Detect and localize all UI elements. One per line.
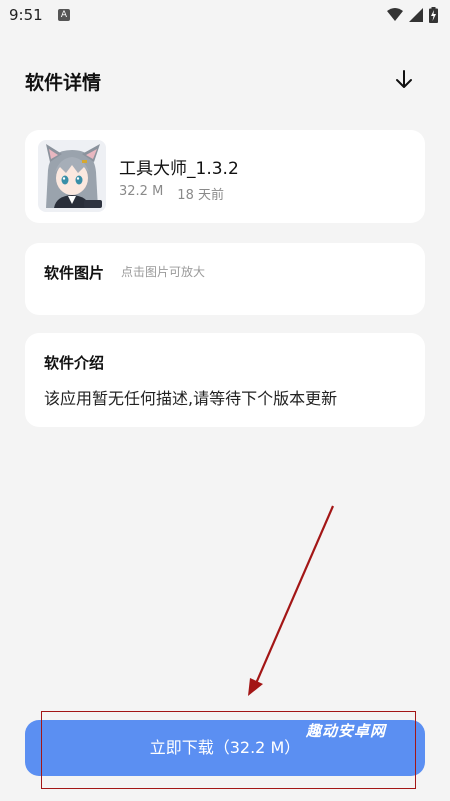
battery-charging-icon [429,7,438,23]
status-icons [387,7,438,23]
description-card: 软件介绍 该应用暂无任何描述,请等待下个版本更新 [25,333,425,427]
images-hint: 点击图片可放大 [121,265,206,279]
notification-badge-icon: A [58,9,70,21]
status-bar: 9:51 A [0,0,450,32]
watermark-logo: 趣动安卓网 [306,722,387,740]
images-card[interactable]: 软件图片 点击图片可放大 [25,243,425,315]
wifi-icon [387,8,403,21]
app-info-card[interactable]: 工具大师_1.3.2 32.2 M 18 天前 [25,130,425,223]
app-size: 32.2 M [119,184,164,199]
app-name: 工具大师_1.3.2 [119,159,239,179]
app-age: 18 天前 [177,188,224,203]
download-arrow-icon[interactable] [392,68,416,92]
page-title: 软件详情 [25,72,102,94]
description-text: 该应用暂无任何描述,请等待下个版本更新 [44,389,338,408]
app-icon [38,140,106,212]
description-section-title: 软件介绍 [44,354,105,372]
signal-icon [409,8,423,22]
app-meta: 32.2 M 18 天前 [119,184,224,203]
images-section-title: 软件图片 [44,264,105,282]
status-time: 9:51 [9,6,43,24]
